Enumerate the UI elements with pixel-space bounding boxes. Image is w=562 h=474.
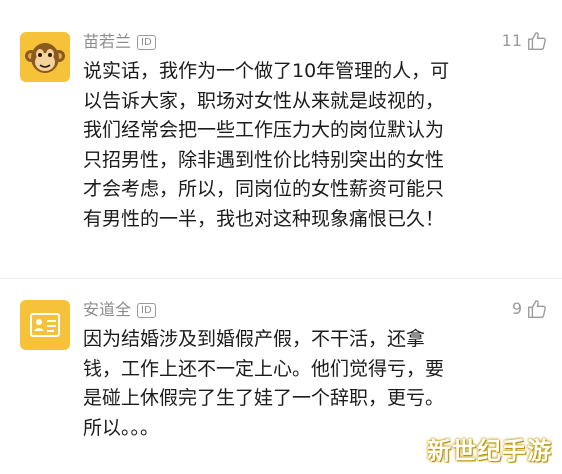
comment-line: 说实话，我作为一个做了10年管理的人，可: [83, 60, 450, 82]
comment-line: 只招男性，除非遇到性价比特别突出的女性: [83, 148, 445, 171]
commenter-name-text[interactable]: 苗若兰: [83, 32, 131, 51]
id-card-avatar-icon: [20, 300, 70, 350]
like-count: 9: [511, 299, 522, 318]
comment-line: 钱，工作上还不一定上心。他们觉得亏，要: [83, 357, 445, 380]
thumbs-up-icon: [528, 300, 546, 318]
comment-line: 有男性的一半，我也对这种现象痛恨已久！: [83, 207, 445, 230]
site-watermark: 新世纪手游: [427, 437, 552, 465]
commenter-name[interactable]: 安道全 ID: [83, 300, 156, 320]
comment-divider: [0, 278, 562, 279]
avatar[interactable]: [20, 32, 70, 82]
like-count: 11: [501, 31, 522, 50]
comment-line: 才会考虑，所以，同岗位的女性薪资可能只: [83, 178, 445, 200]
comment-line: 因为结婚涉及到婚假产假，不干活，还拿: [83, 328, 426, 350]
like-button[interactable]: 11: [502, 30, 548, 52]
comment-body: 因为结婚涉及到婚假产假，不干活，还拿 钱，工作上还不一定上心。他们觉得亏，要 是…: [83, 325, 523, 443]
commenter-name[interactable]: 苗若兰 ID: [83, 32, 156, 52]
comment-body: 说实话，我作为一个做了10年管理的人，可 以告诉大家，职场对女性从来就是歧视的，…: [83, 57, 523, 234]
id-badge: ID: [137, 35, 156, 50]
thumbs-up-icon: [528, 32, 546, 50]
avatar[interactable]: [20, 300, 70, 350]
commenter-name-text[interactable]: 安道全: [83, 300, 131, 319]
comment-line: 以告诉大家，职场对女性从来就是歧视的，: [83, 89, 445, 112]
like-button[interactable]: 9: [512, 298, 548, 320]
comment-line: 是碰上休假完了生了娃了一个辞职，更亏。: [83, 387, 445, 409]
monkey-avatar-icon: [20, 32, 70, 82]
comment-line: 我们经常会把一些工作压力大的岗位默认为: [83, 119, 445, 141]
id-badge: ID: [137, 303, 156, 318]
